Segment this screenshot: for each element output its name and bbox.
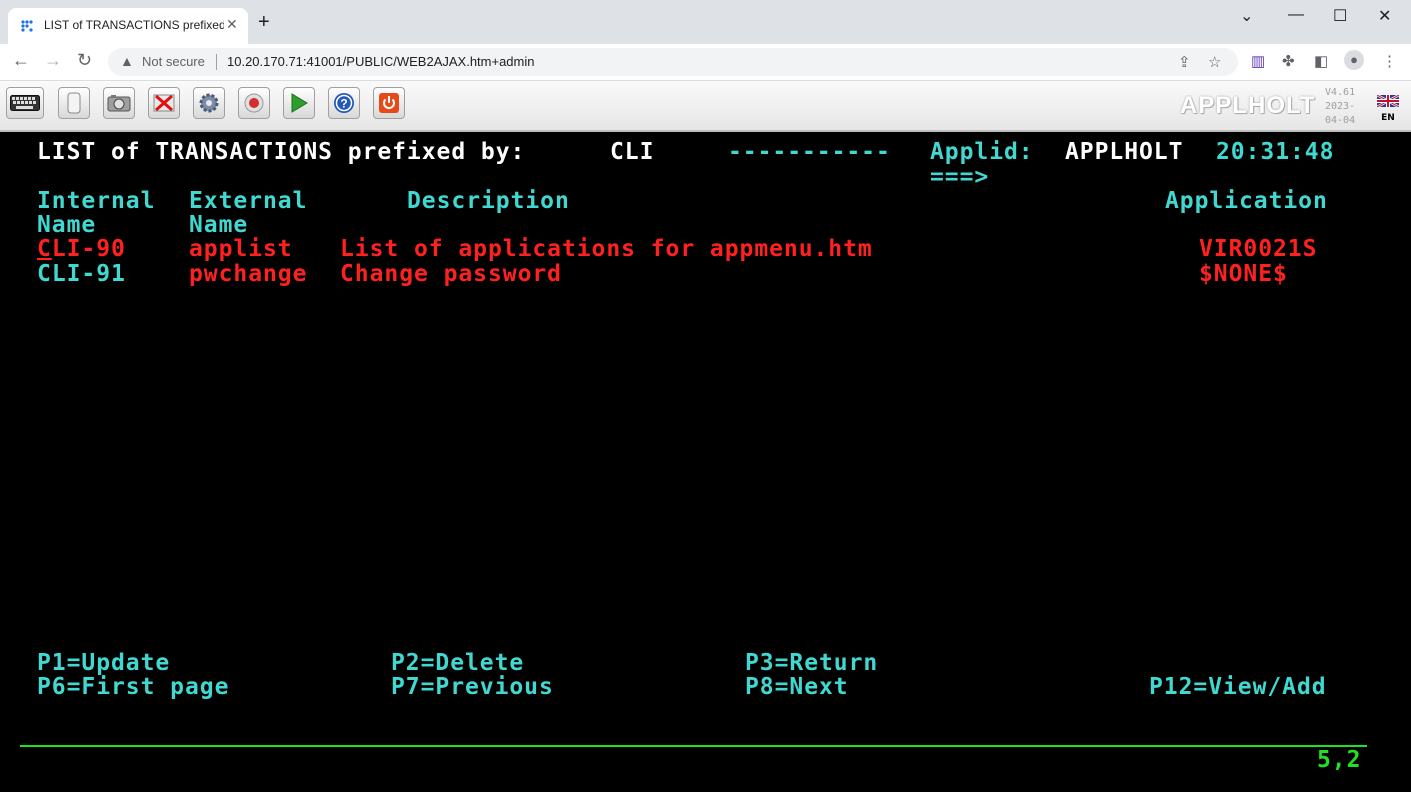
- divider: [216, 54, 217, 70]
- internal-name-first[interactable]: C: [37, 261, 52, 287]
- omnibox[interactable]: ▲ Not secure 10.20.170.71:41001/PUBLIC/W…: [108, 48, 1238, 76]
- settings-button[interactable]: [193, 87, 225, 119]
- address-toolbar: ← → ↻ ▲ Not secure 10.20.170.71:41001/PU…: [0, 44, 1411, 81]
- dash-separator: -----------: [728, 139, 891, 165]
- reload-button[interactable]: ↻: [77, 50, 92, 71]
- table-row-description: Change password: [340, 261, 562, 287]
- svg-text:?: ?: [340, 97, 347, 111]
- pf7-key[interactable]: P7=Previous: [391, 675, 554, 699]
- table-row-application: VIR0021S: [1199, 236, 1318, 262]
- header-external-name: Name: [189, 212, 249, 238]
- emulator-toolbar: ? APPLHOLT V4.61 2023- 04-04 EN: [0, 81, 1411, 132]
- language-label: EN: [1381, 113, 1395, 123]
- power-button[interactable]: [373, 87, 405, 119]
- pf3-key[interactable]: P3=Return: [745, 651, 878, 675]
- tab-search-icon[interactable]: ⌄: [1240, 6, 1253, 26]
- internal-name-rest[interactable]: LI-90: [52, 236, 126, 262]
- gear-icon: [199, 93, 219, 113]
- close-window-button[interactable]: ✕: [1378, 6, 1391, 26]
- bookmark-star-icon[interactable]: ☆: [1208, 53, 1221, 71]
- language-selector[interactable]: EN: [1376, 93, 1400, 123]
- browser-tab-bar: LIST of TRANSACTIONS prefixed ✕ + ⌄ — ☐ …: [0, 0, 1411, 44]
- app-favicon-icon: [21, 20, 33, 32]
- play-button[interactable]: [283, 87, 315, 119]
- version-label: V4.61: [1325, 87, 1356, 98]
- side-panel-icon[interactable]: ◧: [1314, 52, 1328, 70]
- table-row-description: List of applications for appmenu.htm: [340, 236, 873, 262]
- maximize-button[interactable]: ☐: [1333, 6, 1347, 26]
- applid-value: APPLHOLT: [1065, 139, 1184, 165]
- keyboard-button[interactable]: [6, 87, 44, 119]
- brand-applid: APPLHOLT: [1180, 92, 1316, 119]
- table-row-application: $NONE$: [1199, 261, 1288, 287]
- warning-icon: ▲: [120, 53, 134, 69]
- applid-label: Applid:: [930, 139, 1034, 165]
- forward-button[interactable]: →: [44, 50, 62, 71]
- share-icon[interactable]: ⇪: [1178, 53, 1191, 71]
- keyboard-icon: [10, 95, 40, 111]
- pf6-key[interactable]: P6=First page: [37, 675, 229, 699]
- header-description: Description: [407, 188, 570, 214]
- camera-icon: [107, 95, 131, 112]
- pf1-key[interactable]: P1=Update: [37, 651, 170, 675]
- minimize-button[interactable]: —: [1288, 6, 1304, 24]
- play-icon: [291, 93, 308, 113]
- uk-flag-icon: [1376, 93, 1400, 109]
- disconnect-icon: [153, 94, 175, 112]
- pf2-key[interactable]: P2=Delete: [391, 651, 524, 675]
- table-row-internal[interactable]: CLI-90: [37, 237, 126, 261]
- puzzle-icon[interactable]: ✤: [1282, 52, 1295, 70]
- cursor-position: 5,2: [1317, 747, 1362, 773]
- extension-icon[interactable]: ▥: [1251, 52, 1265, 70]
- browser-tab[interactable]: LIST of TRANSACTIONS prefixed ✕: [8, 8, 248, 44]
- record-icon: [244, 93, 264, 113]
- header-internal-name: Name: [37, 212, 97, 238]
- table-row-internal[interactable]: CLI-91: [37, 262, 126, 286]
- status-line-divider: [20, 745, 1367, 747]
- help-icon: ?: [334, 93, 354, 113]
- new-tab-button[interactable]: +: [258, 12, 270, 32]
- screen-title: LIST of TRANSACTIONS prefixed by:: [37, 139, 526, 165]
- profile-avatar-icon[interactable]: ●: [1344, 50, 1364, 70]
- help-button[interactable]: ?: [328, 87, 360, 119]
- internal-name-rest[interactable]: LI-91: [52, 261, 126, 287]
- date-line-1: 2023-: [1325, 101, 1356, 112]
- cursor-char[interactable]: C: [37, 236, 52, 262]
- tab-title: LIST of TRANSACTIONS prefixed: [44, 18, 224, 32]
- header-internal: Internal: [37, 188, 156, 214]
- pf8-key[interactable]: P8=Next: [745, 675, 849, 699]
- terminal-screen[interactable]: LIST of TRANSACTIONS prefixed by: CLI --…: [0, 132, 1411, 792]
- record-button[interactable]: [238, 87, 270, 119]
- clipboard-icon: [67, 92, 81, 114]
- url-text[interactable]: 10.20.170.71:41001/PUBLIC/WEB2AJAX.htm+a…: [227, 54, 535, 69]
- header-application: Application: [1165, 188, 1328, 214]
- clock-time: 20:31:48: [1216, 139, 1335, 165]
- table-row-external: applist: [189, 236, 293, 262]
- table-row-external: pwchange: [189, 261, 308, 287]
- header-external: External: [189, 188, 308, 214]
- back-button[interactable]: ←: [12, 50, 30, 71]
- version-info: V4.61 2023- 04-04: [1325, 86, 1355, 128]
- power-icon: [379, 93, 399, 113]
- clipboard-button[interactable]: [58, 87, 90, 119]
- menu-kebab-icon[interactable]: ⋮: [1382, 52, 1397, 70]
- tab-close-icon[interactable]: ✕: [226, 16, 238, 33]
- screenshot-button[interactable]: [103, 87, 135, 119]
- command-prompt[interactable]: ===>: [930, 165, 989, 189]
- disconnect-button[interactable]: [148, 87, 180, 119]
- pf12-key[interactable]: P12=View/Add: [1149, 675, 1327, 699]
- not-secure-label: Not secure: [142, 54, 205, 69]
- prefix-value: CLI: [610, 139, 655, 165]
- date-line-2: 04-04: [1325, 115, 1356, 126]
